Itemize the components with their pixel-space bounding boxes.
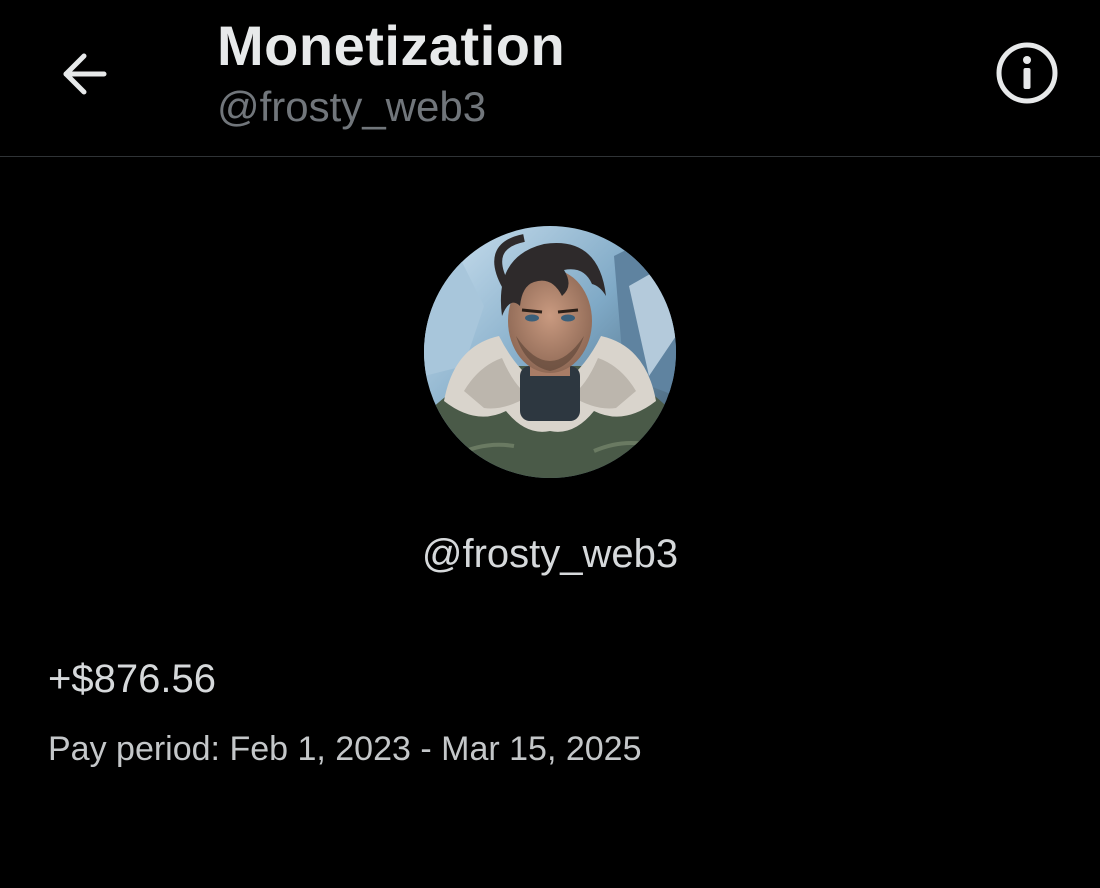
info-button[interactable] <box>994 40 1060 106</box>
back-button[interactable] <box>52 42 116 106</box>
page-subtitle-handle: @frosty_web3 <box>217 83 487 130</box>
profile-avatar[interactable] <box>424 226 676 478</box>
earnings-amount: +$876.56 <box>48 657 216 701</box>
top-app-bar: Monetization @frosty_web3 <box>0 0 1100 157</box>
profile-handle: @frosty_web3 <box>421 532 679 576</box>
header-title-block: Monetization @frosty_web3 <box>217 12 565 132</box>
avatar-image <box>424 226 676 478</box>
arrow-left-icon <box>63 53 107 95</box>
info-circle-icon <box>996 42 1058 104</box>
page-title: Monetization <box>217 14 566 77</box>
pay-period-text: Pay period: Feb 1, 2023 - Mar 15, 2025 <box>48 730 642 768</box>
